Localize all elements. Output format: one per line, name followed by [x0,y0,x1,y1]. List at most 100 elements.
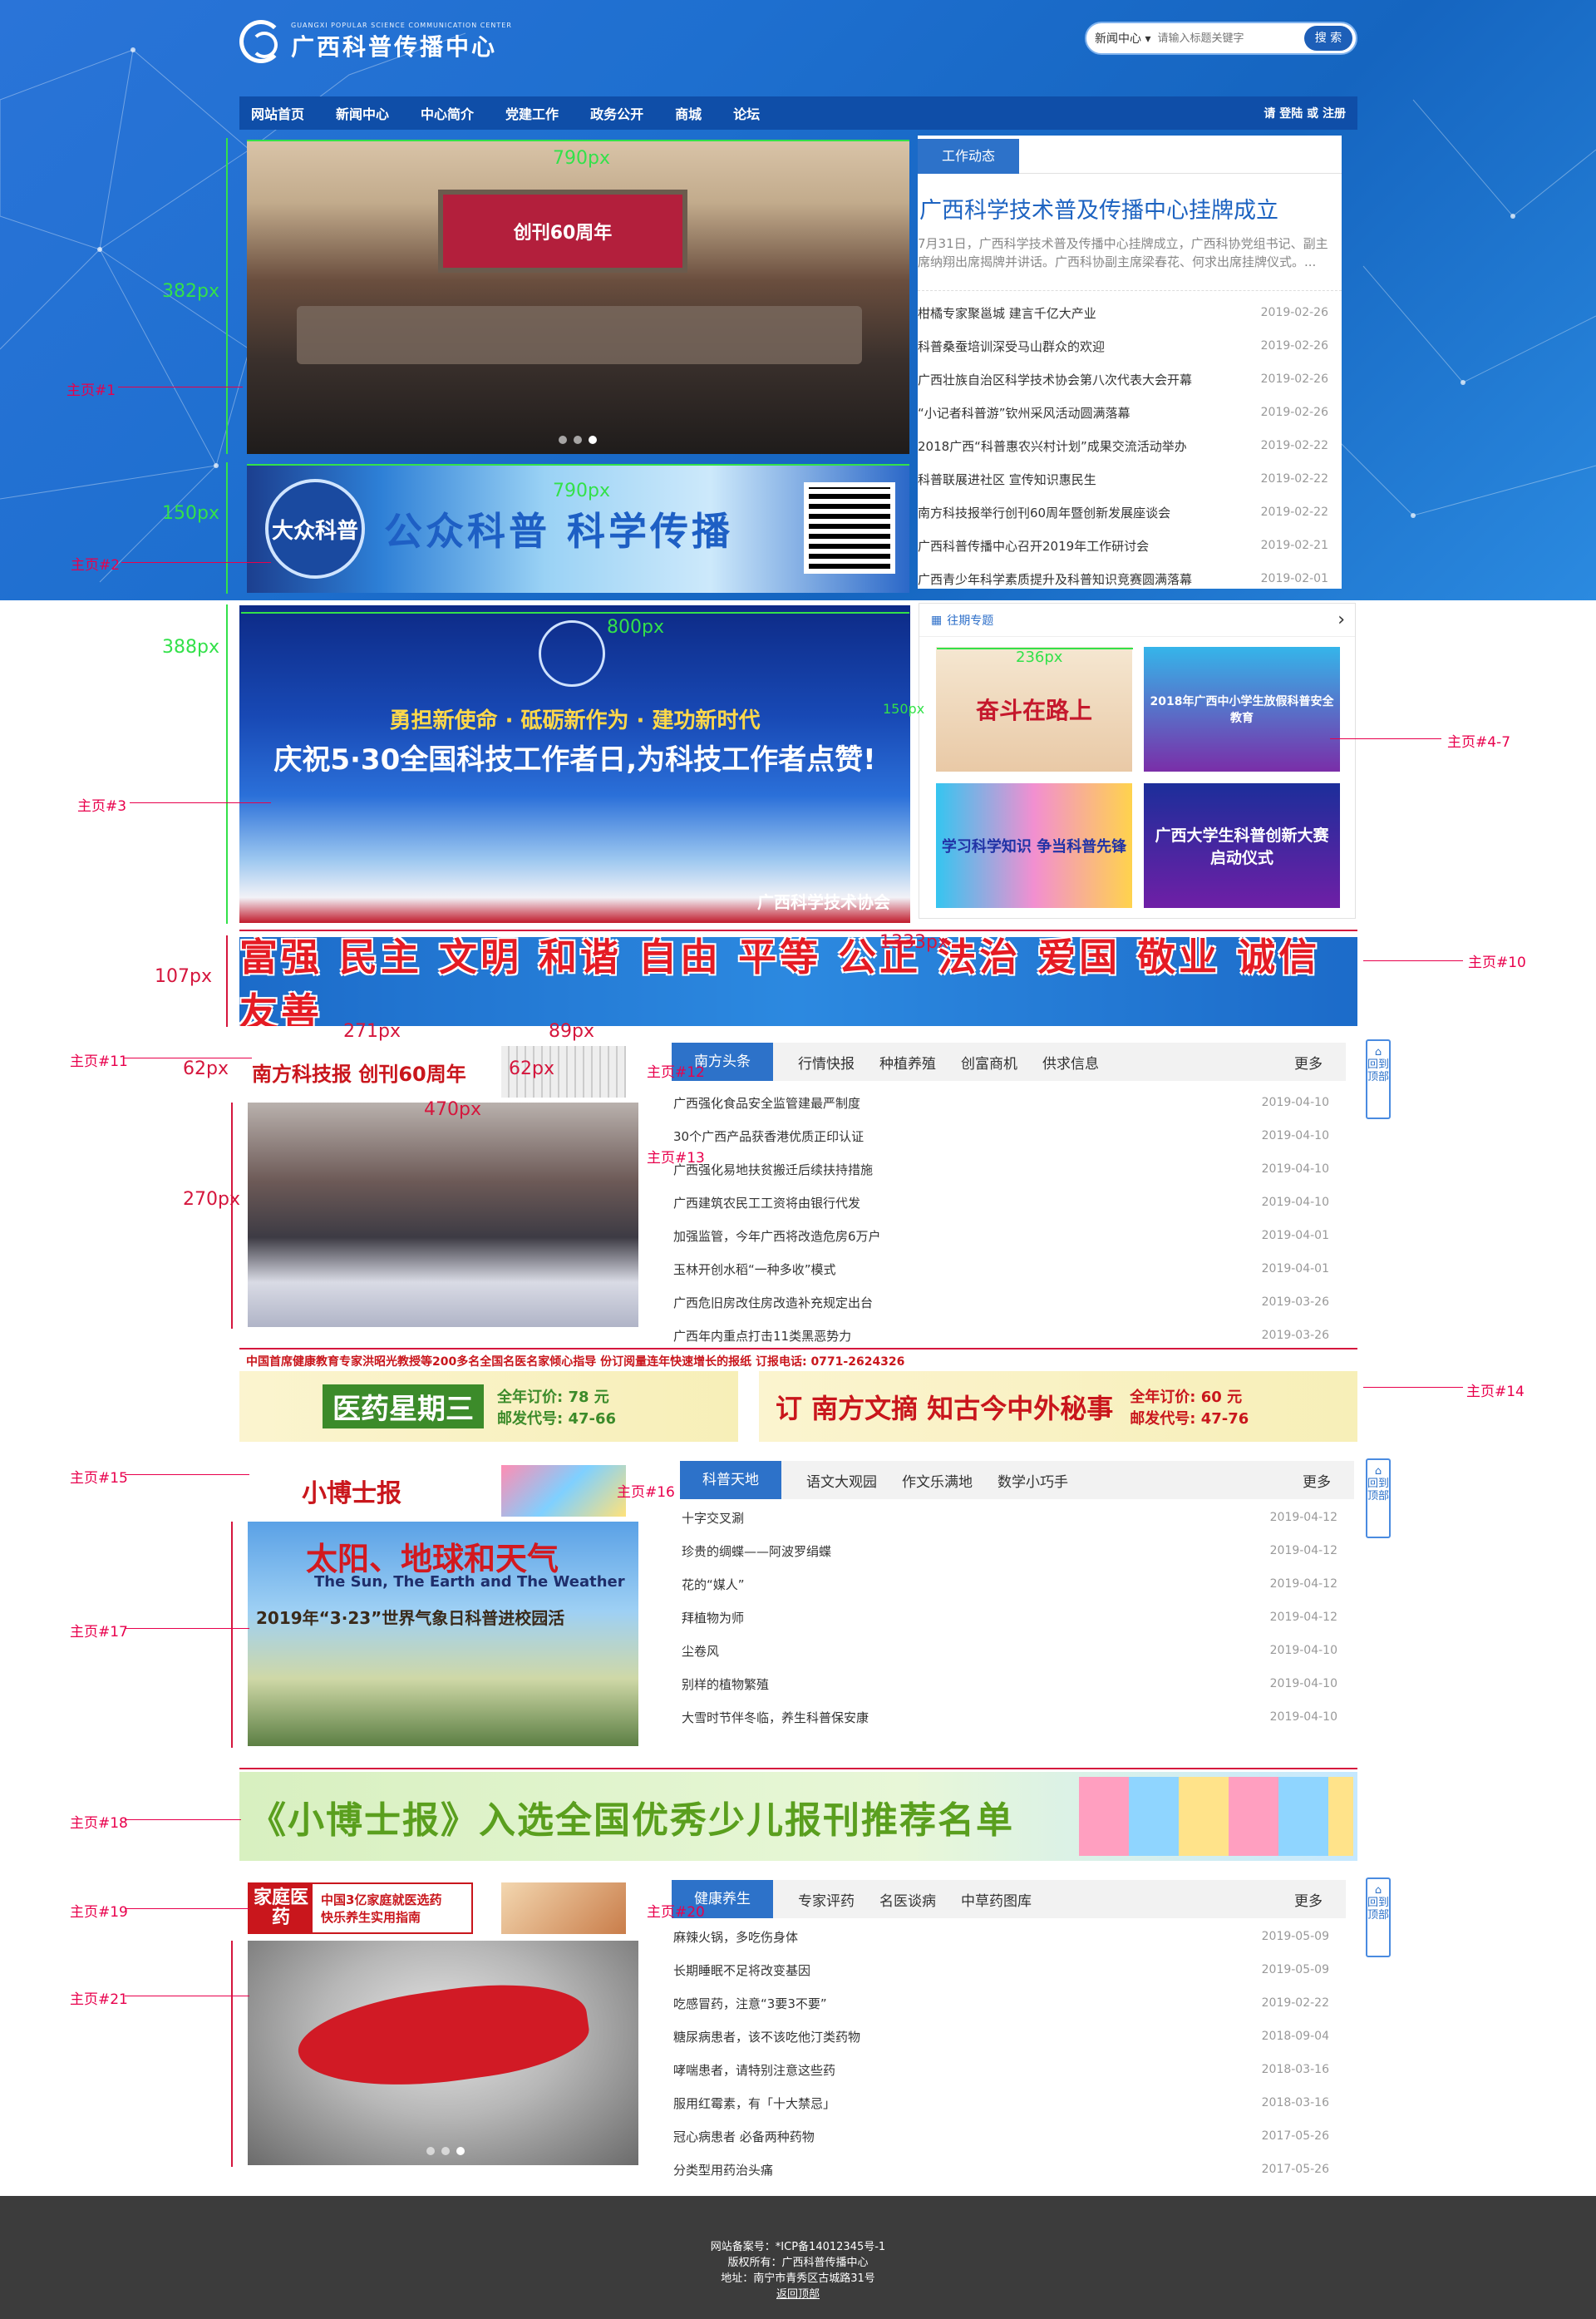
newspaper-subscribe-banner[interactable]: 中国首席健康教育专家洪昭光教授等200多名全国名医名家倾心指导 份订阅量连年快速… [239,1353,1357,1442]
tab-doctor-talk[interactable]: 名医谈病 [879,1889,936,1910]
nav-news[interactable]: 新闻中心 [336,103,389,123]
back-to-top-tag[interactable]: ⌂ 回到顶部 [1366,1039,1391,1119]
section3-photo[interactable] [248,1941,638,2165]
health-paper-price: 全年订价: 78 元 [497,1388,609,1406]
list-item[interactable]: 广西建筑农民工工资将由银行代发 2019-04-10 [672,1186,1346,1219]
kid-doctor-logo[interactable]: 小博士报 [252,1465,477,1517]
tab-composition[interactable]: 作文乐满地 [902,1470,973,1491]
newspaper-thumb-3[interactable] [501,1882,626,1934]
nav-shop[interactable]: 商城 [675,103,702,123]
banner-slogan: 公众科普 科学传播 [384,509,734,554]
footer-address: 地址：南宁市青秀区古城路31号 [721,2272,875,2285]
nav-gov[interactable]: 政务公开 [590,103,643,123]
site-logo[interactable]: GUANGXI POPULAR SCIENCE COMMUNICATION CE… [239,17,512,67]
tab-chinese-garden[interactable]: 语文大观园 [806,1470,877,1491]
list-item[interactable]: 花的“媒人” 2019-04-12 [680,1567,1354,1601]
topic-tile-2[interactable]: 2018年广西中小学生放假科普安全教育 [1144,647,1340,772]
lead-news-title[interactable]: 广西科学技术普及传播中心挂牌成立 [919,192,1342,224]
core-values-text: 富强 民主 文明 和谐 自由 平等 公正 法治 爱国 敬业 诚信 友善 [239,937,1321,1026]
annotation-line [125,1628,249,1629]
news-item[interactable]: 广西青少年科学素质提升及科普知识竞赛圆满落幕 2019-02-01 [918,562,1342,595]
list-item[interactable]: 长期睡眠不足将改变基因 2019-05-09 [672,1953,1346,1986]
news-item[interactable]: 柑橘专家聚邕城 建言千亿大产业 2019-02-26 [918,296,1342,329]
tab-work-news[interactable]: 工作动态 [918,139,1019,174]
list-item[interactable]: 加强监管，今年广西将改造危房6万户 2019-04-01 [672,1219,1346,1252]
newspaper-thumb-2[interactable] [501,1465,626,1517]
news-item[interactable]: 广西科普传播中心召开2019年工作研讨会 2019-02-21 [918,529,1342,562]
public-science-logo: 大众科普 [265,479,365,579]
topic-tile-4[interactable]: 广西大学生科普创新大赛启动仪式 [1144,783,1340,908]
logo-mark-icon [239,20,283,63]
list-item[interactable]: 分类型用药治头痛 2017-05-26 [672,2153,1346,2186]
south-sci-logo[interactable]: 南方科技报 创刊60周年 [252,1046,477,1098]
qr-code-icon [804,482,895,574]
list-item[interactable]: 别样的植物繁殖 2019-04-10 [680,1667,1354,1700]
logo-chinese: 广西科普传播中心 [291,32,498,61]
workers-day-banner[interactable]: 勇担新使命 · 砥砺新作为 · 建功新时代 庆祝5·30全国科技工作者日,为科技… [239,605,910,923]
topic-tile-3[interactable]: 学习科学知识 争当科普先锋 [936,783,1132,908]
nav-forum[interactable]: 论坛 [733,103,760,123]
news-item[interactable]: 2018广西“科普惠农兴村计划”成果交流活动举办 2019-02-22 [918,429,1342,462]
news-item[interactable]: 南方科技报举行创刊60周年暨创新发展座谈会 2019-02-22 [918,496,1342,529]
list-item[interactable]: 吃感冒药，注意“3要3不要” 2019-02-22 [672,1986,1346,2020]
list-item[interactable]: 玉林开创水稻“一种多收”模式 2019-04-01 [672,1252,1346,1285]
nav-home[interactable]: 网站首页 [251,103,304,123]
list-item[interactable]: 珍贵的绸蝶——阿波罗绢蝶 2019-04-12 [680,1534,1354,1567]
list-item[interactable]: 尘卷风 2019-04-10 [680,1634,1354,1667]
section2-photo[interactable]: 太阳、地球和天气 The Sun, The Earth and The Weat… [248,1522,638,1746]
list-item[interactable]: 拜植物为师 2019-04-12 [680,1601,1354,1634]
banner-subline: 勇担新使命 · 砥砺新作为 · 建功新时代 [389,708,761,733]
more-link[interactable]: 更多 [1294,1052,1323,1073]
family-medicine-sub1: 中国3亿家庭就医选药 [321,1892,442,1907]
list-item[interactable]: 广西年内重点打击11类黑恶势力 2019-03-26 [672,1319,1346,1352]
news-item[interactable]: “小记者科普游”钦州采风活动圆满落幕 2019-02-26 [918,396,1342,429]
tab-science-world[interactable]: 科普天地 [680,1461,781,1499]
kid-doctor-banner[interactable]: 《小博士报》入选全国优秀少儿报刊推荐名单 [239,1772,1357,1861]
list-item[interactable]: 广西强化食品安全监管建最严制度 2019-04-10 [672,1086,1346,1119]
annotation-label: 主页#14 [1466,1384,1525,1400]
nav-party[interactable]: 党建工作 [505,103,559,123]
search-input[interactable] [1157,32,1304,45]
list-item[interactable]: 广西强化易地扶贫搬迁后续扶持措施 2019-04-10 [672,1152,1346,1186]
section1-photo[interactable] [248,1103,638,1327]
list-item[interactable]: 广西危旧房改住房改造补充规定出台 2019-03-26 [672,1285,1346,1319]
tab-expert-drugs[interactable]: 专家评药 [798,1889,855,1910]
list-item[interactable]: 十字交叉涮 2019-04-12 [680,1501,1354,1534]
annotation-label: 主页#1 [66,382,116,399]
annotation-label: 主页#2 [71,557,121,574]
search-button[interactable]: 搜 索 [1304,26,1352,51]
news-item[interactable]: 科普桑蚕培训深受马山群众的欢迎 2019-02-26 [918,329,1342,363]
family-medicine-logo-text: 家庭医药 [249,1884,313,1932]
tab-planting[interactable]: 种植养殖 [879,1052,936,1073]
list-item[interactable]: 冠心病患者 必备两种药物 2017-05-26 [672,2119,1346,2153]
login-register-link[interactable]: 请 登陆 或 注册 [1264,105,1346,121]
news-item[interactable]: 科普联展进社区 宣传知识惠民生 2019-02-22 [918,462,1342,496]
annotation-label: 主页#10 [1468,955,1526,971]
list-item[interactable]: 糖尿病患者，该不该吃他汀类药物 2018-09-04 [672,2020,1346,2053]
more-link[interactable]: 更多 [1294,1889,1323,1910]
main-slider[interactable]: 创刊60周年 [247,140,909,454]
dimension-label: 150px [162,503,219,524]
tab-math[interactable]: 数学小巧手 [998,1470,1068,1491]
list-item[interactable]: 大雪时节伴冬临，养生科普保安康 2019-04-10 [680,1700,1354,1734]
list-item[interactable]: 30个广西产品获香港优质正印认证 2019-04-10 [672,1119,1346,1152]
core-values-banner[interactable]: 富强 民主 文明 和谐 自由 平等 公正 法治 爱国 敬业 诚信 友善 [239,937,1357,1026]
list-item[interactable]: 服用红霉素，有「十大禁忌」 2018-03-16 [672,2086,1346,2119]
nav-about[interactable]: 中心简介 [421,103,474,123]
list-item[interactable]: 哮喘患者，请特别注意这些药 2018-03-16 [672,2053,1346,2086]
family-medicine-logo[interactable]: 家庭医药 中国3亿家庭就医选药 快乐养生实用指南 [248,1882,473,1934]
back-to-top-tag[interactable]: ⌂ 回到顶部 [1366,1458,1391,1538]
tab-business[interactable]: 创富商机 [961,1052,1017,1073]
footer-icp: 网站备案号：*ICP备14012345号-1 [710,2241,886,2253]
search-category-select[interactable]: 新闻中心 ▾ [1095,30,1157,47]
news-item[interactable]: 广西壮族自治区科学技术协会第八次代表大会开幕 2019-02-26 [918,363,1342,396]
back-to-top-link[interactable]: 返回顶部 [776,2288,820,2301]
tab-market[interactable]: 行情快报 [798,1052,855,1073]
back-to-top-tag[interactable]: ⌂ 回到顶部 [1366,1877,1391,1957]
slider-dots[interactable] [559,436,597,444]
tab-supply[interactable]: 供求信息 [1042,1052,1099,1073]
list-item[interactable]: 麻辣火锅，多吃伤身体 2019-05-09 [672,1920,1346,1953]
tab-herbs[interactable]: 中草药图库 [961,1889,1032,1910]
chevron-right-icon[interactable]: › [1337,609,1345,630]
more-link[interactable]: 更多 [1303,1470,1331,1491]
